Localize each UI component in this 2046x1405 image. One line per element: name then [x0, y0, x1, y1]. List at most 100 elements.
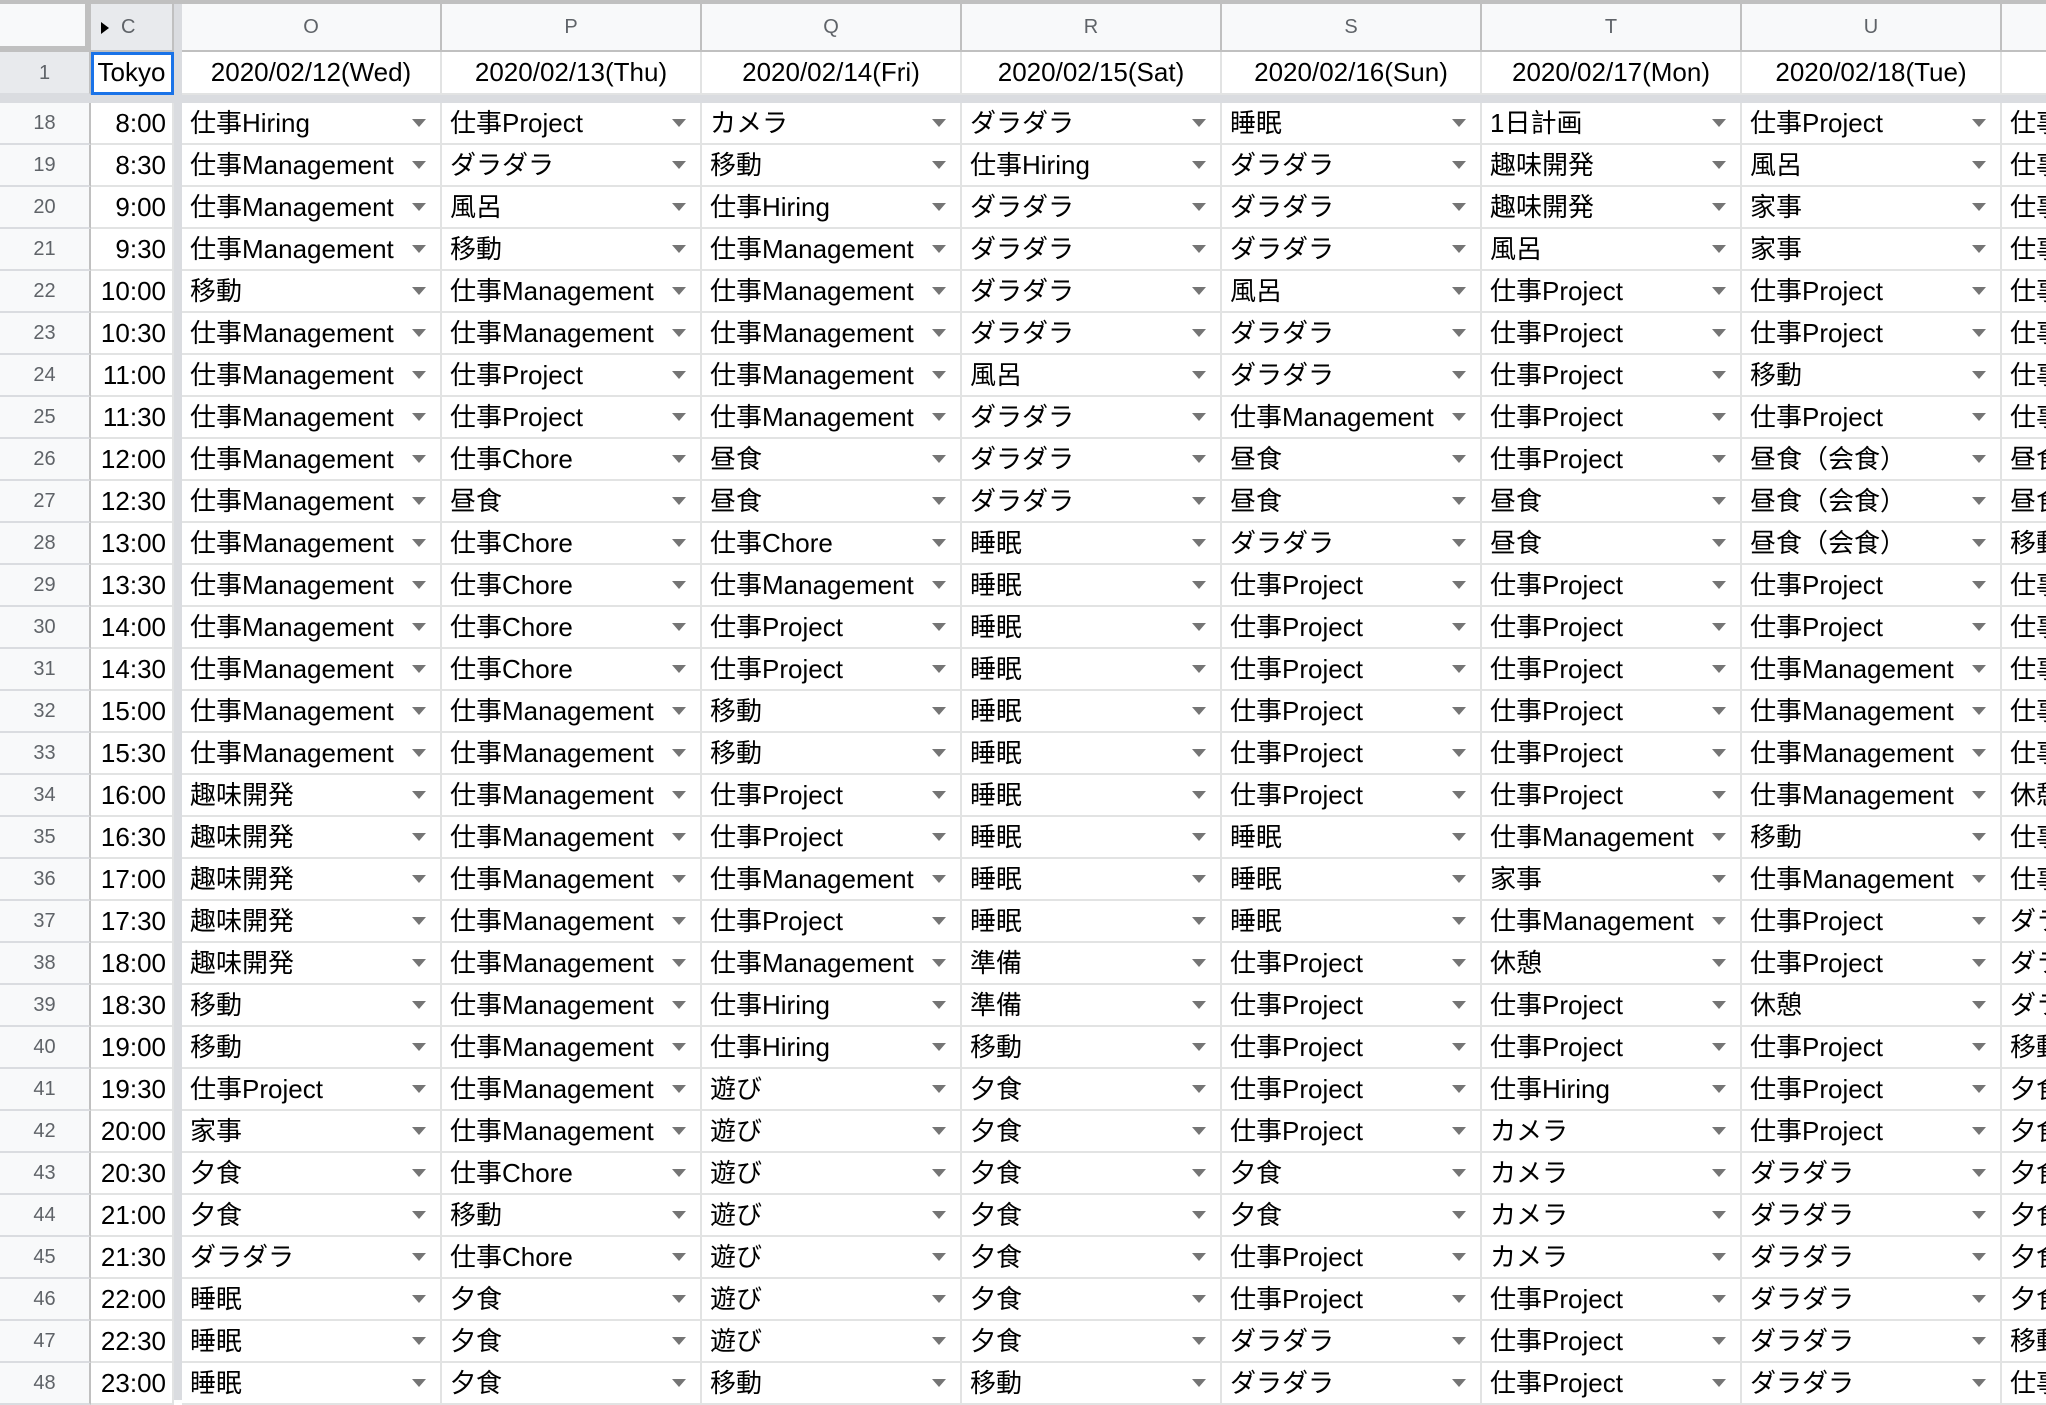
activity-dropdown-cell[interactable]: 休憩 [2002, 775, 2046, 817]
row-number[interactable]: 44 [0, 1195, 91, 1237]
time-cell[interactable]: 11:30 [91, 397, 174, 439]
activity-dropdown-cell[interactable]: 睡眠 [182, 1279, 442, 1321]
activity-dropdown-cell[interactable]: 仕事Project [702, 901, 962, 943]
dropdown-arrow-icon[interactable] [1972, 161, 1986, 169]
row-number[interactable]: 29 [0, 565, 91, 607]
activity-dropdown-cell[interactable]: 仕事Management [702, 565, 962, 607]
active-cell-location[interactable]: Tokyo [91, 52, 174, 95]
dropdown-arrow-icon[interactable] [1712, 497, 1726, 505]
dropdown-arrow-icon[interactable] [672, 1001, 686, 1009]
dropdown-arrow-icon[interactable] [672, 497, 686, 505]
dropdown-arrow-icon[interactable] [1452, 959, 1466, 967]
time-cell[interactable]: 21:00 [91, 1195, 174, 1237]
dropdown-arrow-icon[interactable] [1192, 497, 1206, 505]
date-header-cell[interactable]: 2020/02/18(Tue) [1742, 52, 2002, 95]
dropdown-arrow-icon[interactable] [672, 539, 686, 547]
activity-dropdown-cell[interactable]: ダラダラ [182, 1237, 442, 1279]
activity-dropdown-cell[interactable]: 仕事Project [1222, 565, 1482, 607]
row-number[interactable]: 20 [0, 187, 91, 229]
dropdown-arrow-icon[interactable] [1972, 329, 1986, 337]
activity-dropdown-cell[interactable]: 移動 [2002, 1321, 2046, 1363]
activity-dropdown-cell[interactable]: 仕事Management [1742, 649, 2002, 691]
activity-dropdown-cell[interactable]: ダラ [2002, 901, 2046, 943]
activity-dropdown-cell[interactable]: 移動 [702, 691, 962, 733]
time-cell[interactable]: 20:00 [91, 1111, 174, 1153]
activity-dropdown-cell[interactable]: 仕事Management [1742, 859, 2002, 901]
activity-dropdown-cell[interactable]: 仕事Project [1482, 313, 1742, 355]
dropdown-arrow-icon[interactable] [412, 1253, 426, 1261]
row-number[interactable]: 19 [0, 145, 91, 187]
time-cell[interactable]: 9:00 [91, 187, 174, 229]
dropdown-arrow-icon[interactable] [1712, 161, 1726, 169]
dropdown-arrow-icon[interactable] [932, 1379, 946, 1387]
activity-dropdown-cell[interactable]: 仕事Chore [442, 439, 702, 481]
dropdown-arrow-icon[interactable] [412, 917, 426, 925]
dropdown-arrow-icon[interactable] [1972, 665, 1986, 673]
activity-dropdown-cell[interactable]: 睡眠 [182, 1363, 442, 1405]
activity-dropdown-cell[interactable]: ダラダラ [1222, 313, 1482, 355]
activity-dropdown-cell[interactable]: ダラダラ [1222, 523, 1482, 565]
activity-dropdown-cell[interactable]: 仕事Project [1742, 103, 2002, 145]
dropdown-arrow-icon[interactable] [672, 287, 686, 295]
activity-dropdown-cell[interactable]: ダラダラ [962, 271, 1222, 313]
dropdown-arrow-icon[interactable] [672, 959, 686, 967]
dropdown-arrow-icon[interactable] [1452, 1253, 1466, 1261]
activity-dropdown-cell[interactable]: 仕事 [2002, 103, 2046, 145]
column-header[interactable]: Q [702, 4, 962, 52]
dropdown-arrow-icon[interactable] [1972, 791, 1986, 799]
activity-dropdown-cell[interactable]: 仕事Project [1222, 1237, 1482, 1279]
activity-dropdown-cell[interactable]: 家事 [182, 1111, 442, 1153]
activity-dropdown-cell[interactable]: 仕事Management [182, 397, 442, 439]
row-number[interactable]: 39 [0, 985, 91, 1027]
activity-dropdown-cell[interactable]: 仕事Chore [442, 523, 702, 565]
activity-dropdown-cell[interactable]: 仕事Project [182, 1069, 442, 1111]
time-cell[interactable]: 12:30 [91, 481, 174, 523]
time-cell[interactable]: 15:30 [91, 733, 174, 775]
activity-dropdown-cell[interactable]: ダラダラ [962, 313, 1222, 355]
dropdown-arrow-icon[interactable] [1452, 623, 1466, 631]
activity-dropdown-cell[interactable]: ダラダラ [1742, 1279, 2002, 1321]
activity-dropdown-cell[interactable]: 移動 [1742, 355, 2002, 397]
time-cell[interactable]: 20:30 [91, 1153, 174, 1195]
dropdown-arrow-icon[interactable] [412, 1127, 426, 1135]
activity-dropdown-cell[interactable]: ダラダラ [1742, 1321, 2002, 1363]
activity-dropdown-cell[interactable]: ダラダラ [962, 103, 1222, 145]
activity-dropdown-cell[interactable]: ダラダラ [1742, 1195, 2002, 1237]
activity-dropdown-cell[interactable]: 準備 [962, 943, 1222, 985]
dropdown-arrow-icon[interactable] [1712, 917, 1726, 925]
dropdown-arrow-icon[interactable] [412, 455, 426, 463]
activity-dropdown-cell[interactable]: 仕事Management [442, 271, 702, 313]
activity-dropdown-cell[interactable]: 遊び [702, 1195, 962, 1237]
dropdown-arrow-icon[interactable] [1712, 791, 1726, 799]
dropdown-arrow-icon[interactable] [1192, 1379, 1206, 1387]
activity-dropdown-cell[interactable]: 仕事Project [1222, 985, 1482, 1027]
activity-dropdown-cell[interactable]: 仕事Management [442, 1111, 702, 1153]
dropdown-arrow-icon[interactable] [672, 917, 686, 925]
dropdown-arrow-icon[interactable] [932, 959, 946, 967]
dropdown-arrow-icon[interactable] [1712, 455, 1726, 463]
dropdown-arrow-icon[interactable] [1452, 1085, 1466, 1093]
activity-dropdown-cell[interactable]: 仕事Management [1222, 397, 1482, 439]
dropdown-arrow-icon[interactable] [932, 497, 946, 505]
activity-dropdown-cell[interactable]: 趣味開発 [1482, 145, 1742, 187]
activity-dropdown-cell[interactable]: 移動 [182, 1027, 442, 1069]
activity-dropdown-cell[interactable]: 夕食 [1222, 1153, 1482, 1195]
dropdown-arrow-icon[interactable] [1712, 581, 1726, 589]
dropdown-arrow-icon[interactable] [1192, 161, 1206, 169]
activity-dropdown-cell[interactable]: 家事 [1742, 187, 2002, 229]
activity-dropdown-cell[interactable]: 仕事Management [702, 271, 962, 313]
dropdown-arrow-icon[interactable] [672, 1211, 686, 1219]
dropdown-arrow-icon[interactable] [412, 1211, 426, 1219]
dropdown-arrow-icon[interactable] [1452, 161, 1466, 169]
dropdown-arrow-icon[interactable] [1972, 1379, 1986, 1387]
dropdown-arrow-icon[interactable] [412, 665, 426, 673]
activity-dropdown-cell[interactable]: 仕事Management [442, 859, 702, 901]
dropdown-arrow-icon[interactable] [672, 665, 686, 673]
dropdown-arrow-icon[interactable] [1972, 371, 1986, 379]
dropdown-arrow-icon[interactable] [672, 455, 686, 463]
activity-dropdown-cell[interactable]: 仕事Management [182, 523, 442, 565]
activity-dropdown-cell[interactable]: 夕食 [962, 1237, 1222, 1279]
dropdown-arrow-icon[interactable] [1452, 1211, 1466, 1219]
activity-dropdown-cell[interactable]: ダラダラ [1742, 1363, 2002, 1405]
activity-dropdown-cell[interactable]: 仕事Project [702, 775, 962, 817]
